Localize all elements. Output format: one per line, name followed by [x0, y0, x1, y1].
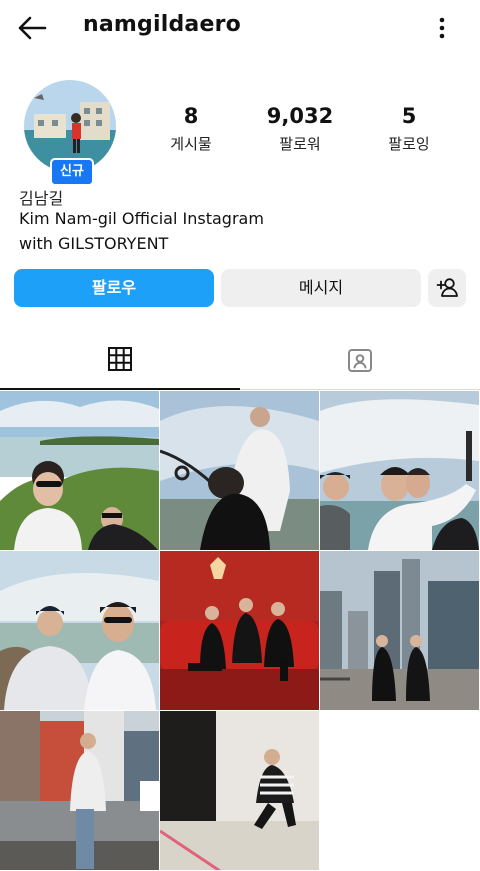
profile-display-name: 김남길 — [19, 189, 64, 208]
post-tile-8[interactable] — [160, 711, 319, 870]
posts-count-value: 8 — [183, 104, 199, 128]
profile-username: namgildaero — [83, 12, 241, 37]
back-arrow-icon[interactable] — [16, 14, 48, 42]
posts-count[interactable]: 8 게시물 — [136, 104, 246, 154]
posts-count-label: 게시물 — [170, 135, 212, 153]
tab-tagged[interactable] — [240, 330, 480, 390]
new-badge: 신규 — [50, 158, 94, 186]
post-tile-5[interactable] — [160, 551, 319, 710]
tab-posts-grid[interactable] — [0, 330, 240, 390]
more-options-icon[interactable] — [428, 14, 456, 42]
profile-bio-line-2: with GILSTORYENT — [19, 234, 169, 253]
add-person-icon — [428, 278, 466, 311]
post-tile-7[interactable] — [0, 711, 159, 870]
post-tile-4[interactable] — [0, 551, 159, 710]
followers-count[interactable]: 9,032 팔로워 — [245, 104, 355, 154]
follow-button[interactable]: 팔로우 — [14, 269, 214, 307]
suggest-people-button[interactable] — [428, 269, 466, 307]
post-tile-6[interactable] — [320, 551, 479, 710]
following-count-label: 팔로잉 — [388, 135, 430, 153]
following-count[interactable]: 5 팔로잉 — [354, 104, 464, 154]
tagged-person-icon — [348, 348, 372, 372]
post-tile-2[interactable] — [160, 391, 319, 550]
message-button[interactable]: 메시지 — [221, 269, 421, 307]
post-tile-1[interactable] — [0, 391, 159, 550]
post-tile-3[interactable] — [320, 391, 479, 550]
profile-bio-line-1: Kim Nam-gil Official Instagram — [19, 209, 264, 228]
followers-count-value: 9,032 — [266, 104, 334, 128]
grid-icon — [108, 347, 132, 371]
followers-count-label: 팔로워 — [279, 135, 321, 153]
top-bar: namgildaero — [0, 0, 480, 56]
following-count-value: 5 — [401, 104, 417, 128]
